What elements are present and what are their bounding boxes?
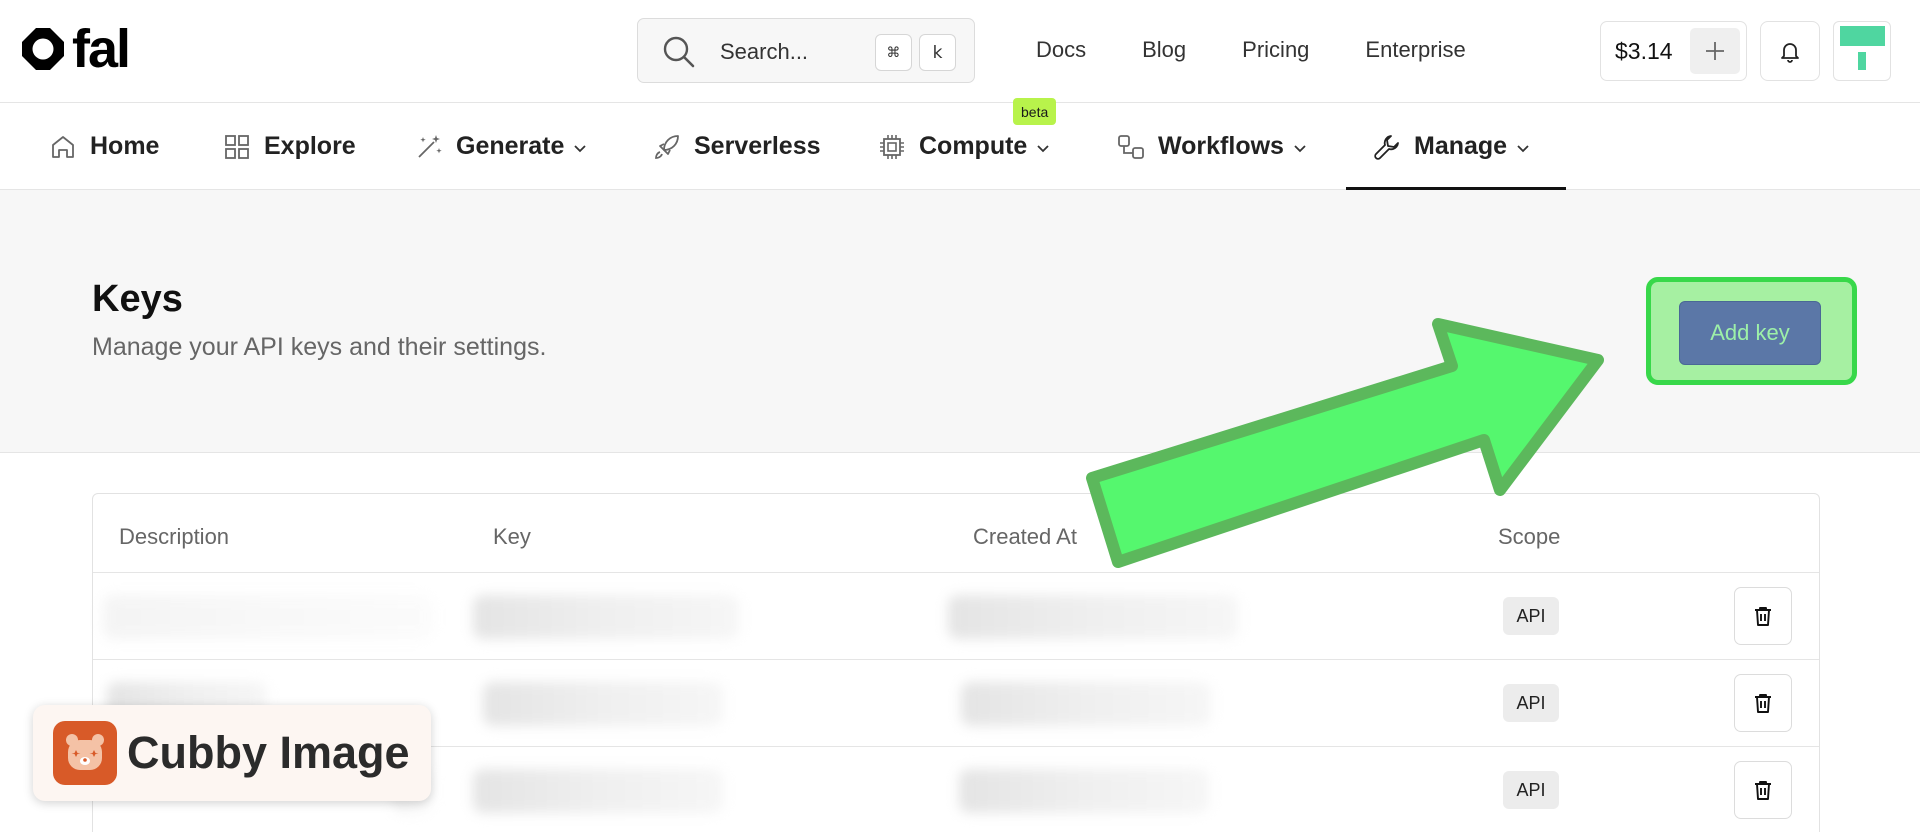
- wrench-icon: [1374, 134, 1399, 160]
- scope-badge: API: [1503, 684, 1559, 722]
- table-row: API: [93, 572, 1819, 659]
- nav-label-explore: Explore: [264, 132, 356, 160]
- add-key-button[interactable]: Add key: [1679, 301, 1821, 365]
- beta-badge: beta: [1013, 98, 1057, 125]
- chevron-down-icon: [1037, 144, 1049, 152]
- fal-logo-icon: [22, 28, 64, 70]
- rocket-icon: [655, 134, 679, 159]
- chevron-down-icon: [574, 144, 587, 152]
- bell-icon: [1781, 43, 1799, 63]
- top-header: fal Search... ⌘ k Docs Blog Pricing Ente…: [0, 0, 1920, 103]
- column-header-description: Description: [119, 524, 230, 549]
- shortcut-k-key: k: [919, 34, 956, 71]
- nav-item-manage[interactable]: Manage: [1372, 103, 1531, 190]
- nav-label-serverless: Serverless: [694, 132, 821, 160]
- trash-icon: [1755, 694, 1771, 713]
- cpu-icon: [880, 134, 904, 159]
- page-header: Keys Manage your API keys and their sett…: [0, 190, 1920, 453]
- search-icon: [663, 36, 695, 68]
- scope-badge: API: [1503, 597, 1559, 635]
- nav-item-home[interactable]: Home: [48, 103, 159, 190]
- redacted-key: [473, 769, 723, 813]
- redacted-key: [483, 682, 723, 726]
- plus-icon: [1706, 42, 1724, 60]
- search-placeholder: Search...: [720, 39, 809, 64]
- pricing-link[interactable]: Pricing: [1242, 37, 1309, 63]
- column-header-key: Key: [493, 524, 531, 549]
- nav-item-generate[interactable]: Generate: [414, 103, 588, 190]
- redacted-key: [473, 595, 739, 639]
- nav-label-workflows: Workflows: [1158, 132, 1284, 160]
- scope-badge: API: [1503, 771, 1559, 809]
- logo-text: fal: [72, 19, 131, 79]
- avatar[interactable]: [1833, 21, 1891, 81]
- page-title: Keys: [92, 278, 183, 320]
- chevron-down-icon: [1517, 144, 1529, 152]
- avatar-pattern: [1840, 26, 1885, 46]
- top-links: Docs Blog Pricing Enterprise: [1036, 37, 1522, 63]
- grid-icon: [225, 134, 249, 159]
- nav-label-manage: Manage: [1414, 132, 1508, 160]
- avatar-pattern-stem: [1858, 52, 1866, 70]
- chevron-down-icon: [1294, 144, 1306, 152]
- nav-label-home: Home: [90, 132, 160, 160]
- docs-link[interactable]: Docs: [1036, 37, 1086, 63]
- trash-icon: [1755, 781, 1771, 800]
- nav-item-explore[interactable]: Explore: [222, 103, 356, 190]
- delete-key-button[interactable]: [1734, 674, 1792, 732]
- trash-icon: [1755, 607, 1771, 626]
- notifications-button[interactable]: [1760, 21, 1820, 81]
- add-credits-button[interactable]: [1690, 28, 1740, 74]
- wand-icon: [418, 134, 442, 158]
- cubby-bear-icon: [53, 721, 117, 785]
- workflow-icon: [1118, 134, 1144, 159]
- watermark-text: Cubby Image: [127, 727, 410, 778]
- redacted-created-at: [961, 682, 1211, 726]
- redacted-created-at: [959, 769, 1209, 813]
- shortcut-modifier-key: ⌘: [875, 34, 912, 71]
- cubby-image-watermark: Cubby Image: [33, 705, 431, 801]
- nav-label-compute: Compute: [919, 132, 1028, 160]
- main-nav: Home Explore Generate Serverless Compute…: [0, 103, 1920, 190]
- credits-balance: $3.14: [1600, 21, 1747, 81]
- credits-amount: $3.14: [1615, 37, 1673, 64]
- delete-key-button[interactable]: [1734, 761, 1792, 819]
- delete-key-button[interactable]: [1734, 587, 1792, 645]
- home-icon: [52, 135, 74, 158]
- redacted-created-at: [948, 595, 1238, 639]
- nav-item-workflows[interactable]: Workflows: [1116, 103, 1308, 190]
- nav-item-serverless[interactable]: Serverless: [652, 103, 821, 190]
- column-header-created-at: Created At: [973, 524, 1077, 549]
- page-subtitle: Manage your API keys and their settings.: [92, 333, 547, 361]
- fal-logo[interactable]: fal: [20, 19, 131, 79]
- redacted-description: [103, 595, 433, 639]
- enterprise-link[interactable]: Enterprise: [1365, 37, 1465, 63]
- annotation-arrow-icon: [1086, 318, 1604, 568]
- nav-label-generate: Generate: [456, 132, 565, 160]
- blog-link[interactable]: Blog: [1142, 37, 1186, 63]
- search-input[interactable]: Search... ⌘ k: [637, 18, 975, 83]
